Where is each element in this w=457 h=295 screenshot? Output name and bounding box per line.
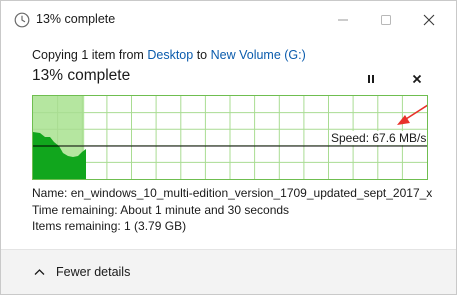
source-link[interactable]: Desktop <box>147 48 193 62</box>
fewer-details-label: Fewer details <box>56 265 131 279</box>
speed-arrow <box>397 104 427 125</box>
maximize-button[interactable] <box>366 7 406 33</box>
cancel-copy-button[interactable] <box>407 69 427 89</box>
items-remaining-label: Items remaining: <box>32 219 121 234</box>
destination-link[interactable]: New Volume (G:) <box>211 48 306 62</box>
name-row: Name: en_windows_10_multi-edition_versio… <box>32 185 432 202</box>
arrow-head <box>397 115 410 125</box>
time-remaining-label: Time remaining: <box>32 202 118 217</box>
title-bar[interactable]: 13% complete <box>1 1 456 39</box>
minimize-button[interactable] <box>323 7 363 33</box>
pause-button[interactable] <box>361 69 381 89</box>
progress-panel: Copying 1 item from Desktop to New Volum… <box>1 39 456 255</box>
fewer-details-button[interactable]: Fewer details <box>34 263 130 281</box>
copy-prefix: Copying 1 item from <box>32 48 144 62</box>
copy-to: to <box>196 48 208 62</box>
pause-icon <box>368 75 374 83</box>
arrow-shaft <box>405 104 427 120</box>
time-remaining-value: About 1 minute and 30 seconds <box>120 202 290 217</box>
maximize-icon <box>381 15 391 25</box>
clock-icon <box>14 12 30 28</box>
time-remaining-row: Time remaining: About 1 minute and 30 se… <box>32 202 432 219</box>
file-copy-dialog: 13% complete Copying 1 item from Desktop… <box>0 0 457 295</box>
copy-description: Copying 1 item from Desktop to New Volum… <box>32 48 306 62</box>
name-value: en_windows_10_multi-edition_version_1709… <box>70 186 432 200</box>
minimize-icon <box>338 19 348 21</box>
close-icon <box>412 74 422 84</box>
items-remaining-value: 1 (3.79 GB) <box>124 219 187 234</box>
speed-graph: Speed: 67.6 MB/s <box>32 95 428 180</box>
copy-details: Name: en_windows_10_multi-edition_versio… <box>32 185 432 235</box>
progress-heading: 13% complete <box>32 67 131 84</box>
dialog-footer: Fewer details <box>1 249 456 294</box>
name-label: Name: <box>32 186 68 200</box>
close-icon <box>423 14 435 26</box>
items-remaining-row: Items remaining: 1 (3.79 GB) <box>32 218 432 235</box>
window-title: 13% complete <box>36 12 116 26</box>
close-window-button[interactable] <box>409 7 449 33</box>
chevron-up-icon <box>34 269 45 275</box>
